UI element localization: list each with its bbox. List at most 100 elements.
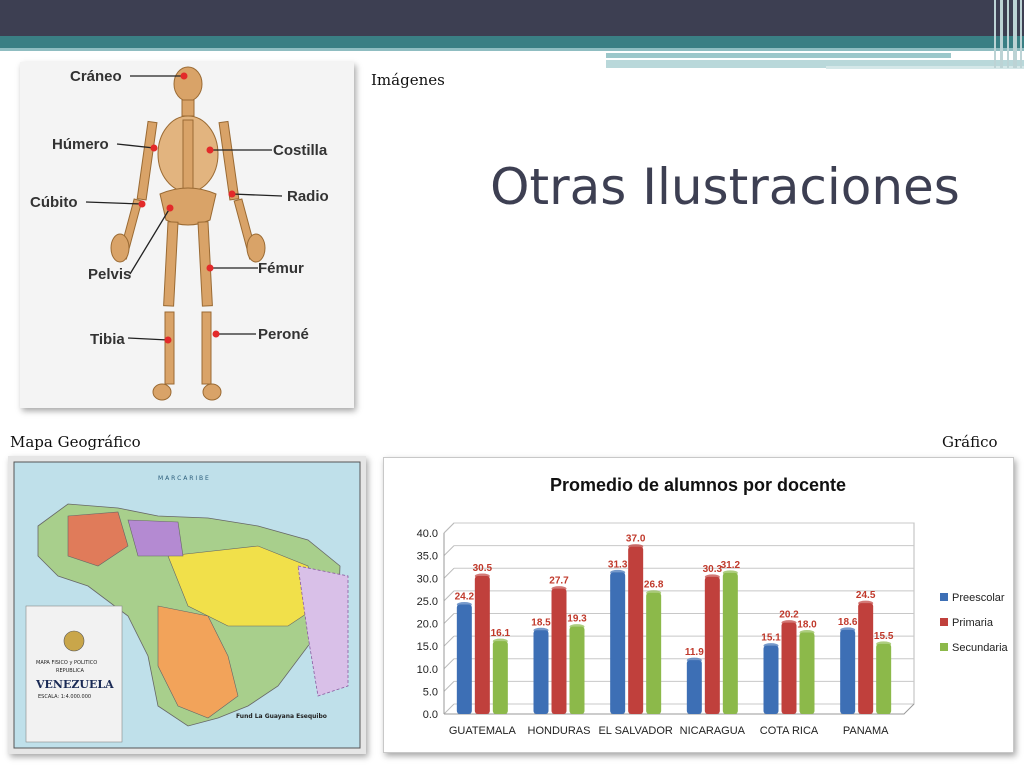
x-tick-label: HONDURAS — [528, 725, 591, 737]
chart-grid-diagonal — [443, 590, 455, 602]
map-zone-label: Fund La Guayana Esequibo — [236, 713, 327, 720]
label-radio: Radio — [287, 188, 329, 205]
bar-top — [628, 544, 644, 550]
bar — [799, 632, 815, 714]
bar-top — [533, 627, 549, 633]
map-scale: ESCALA: 1:4.000.000 — [38, 694, 91, 700]
venezuela-map-image: M A R C A R I B E MAPA FISICO y POLITICO… — [8, 456, 366, 754]
bar-top — [763, 643, 779, 649]
data-label: 15.5 — [874, 631, 894, 642]
thin-band — [0, 48, 1024, 51]
neck-shape — [181, 99, 195, 117]
chart-grid-diagonal — [443, 635, 455, 647]
bar-top — [876, 641, 892, 647]
label-cubito: Cúbito — [30, 194, 77, 211]
data-label: 30.5 — [473, 563, 493, 574]
legend-label: Primaria — [952, 617, 994, 629]
bar — [646, 592, 662, 714]
bar — [840, 629, 856, 714]
right-hand-shape — [246, 233, 266, 263]
x-tick-label: EL SALVADOR — [598, 725, 672, 737]
bar-top — [456, 601, 472, 607]
label-pelvis: Pelvis — [88, 266, 131, 283]
bar — [628, 546, 644, 714]
data-label: 30.3 — [703, 564, 723, 575]
data-label: 19.3 — [567, 614, 587, 625]
left-femur-shape — [163, 221, 179, 307]
bar-top — [781, 620, 797, 626]
data-label: 18.5 — [531, 617, 551, 628]
data-label: 18.0 — [797, 620, 817, 631]
decor-vertical-lines — [990, 0, 1024, 68]
right-femur-shape — [197, 221, 213, 307]
caption-chart: Gráfico — [942, 433, 998, 451]
top-band — [0, 0, 1024, 36]
skeleton-drawing: Cráneo Húmero Costilla Cúbito Radio Pelv… — [30, 66, 329, 401]
data-label: 27.7 — [549, 576, 569, 587]
bar-top — [569, 624, 585, 630]
bar-top — [799, 630, 815, 636]
legend-label: Preescolar — [952, 592, 1005, 604]
y-tick-label: 15.0 — [417, 641, 438, 653]
y-tick-label: 30.0 — [417, 573, 438, 585]
y-tick-label: 10.0 — [417, 664, 438, 676]
bar-top — [474, 573, 490, 579]
data-label: 37.0 — [626, 534, 646, 545]
chart-grid-diagonal — [443, 703, 455, 715]
teal-band — [0, 36, 1024, 48]
map-legend-box — [25, 605, 123, 743]
map-sea-label: M A R C A R I B E — [158, 475, 209, 482]
bar — [551, 588, 567, 714]
right-humerus-shape — [218, 120, 240, 201]
bar — [533, 630, 549, 714]
legend-swatch — [940, 593, 948, 601]
bar-top — [646, 590, 662, 596]
bar — [781, 622, 797, 714]
chart-grid-diagonal — [443, 545, 455, 556]
y-tick-label: 5.0 — [423, 686, 438, 698]
chart-title: Promedio de alumnos por docente — [550, 475, 846, 495]
skull-shape — [173, 66, 203, 102]
bar — [474, 575, 490, 714]
map-legend-title-1: MAPA FISICO y POLITICO — [36, 660, 97, 666]
y-tick-label: 35.0 — [417, 551, 438, 563]
map-legend-title-2: REPUBLICA — [56, 668, 84, 674]
label-costilla: Costilla — [273, 142, 328, 159]
chart-grid-diagonal — [443, 567, 455, 579]
chart-grid-diagonal — [443, 681, 455, 692]
left-humerus-shape — [136, 120, 158, 201]
bar — [763, 645, 779, 714]
data-label: 26.8 — [644, 580, 664, 591]
bar — [492, 641, 508, 714]
bar-top — [492, 638, 508, 644]
data-label: 20.2 — [779, 610, 799, 621]
map-region-purple — [127, 519, 184, 557]
bar-top — [704, 574, 720, 580]
data-label: 31.3 — [608, 559, 628, 570]
y-tick-label: 40.0 — [417, 528, 438, 540]
data-label: 11.9 — [685, 647, 704, 658]
legend-swatch — [940, 643, 948, 651]
y-tick-label: 0.0 — [423, 709, 438, 721]
label-humero: Húmero — [52, 136, 109, 153]
bar — [686, 660, 702, 714]
left-tibia-shape — [164, 311, 175, 385]
bar — [858, 603, 874, 714]
bar-top — [686, 657, 702, 663]
x-tick-label: COTA RICA — [760, 725, 819, 737]
label-craneo: Cráneo — [70, 68, 122, 85]
left-hand-shape — [110, 233, 130, 263]
bar-top — [840, 627, 856, 633]
bar-top — [858, 600, 874, 606]
slide-title: Otras Ilustraciones — [490, 158, 960, 216]
label-perone: Peroné — [258, 326, 309, 343]
x-tick-label: PANAMA — [843, 725, 889, 737]
bar-top — [610, 569, 626, 575]
bar — [704, 576, 720, 714]
chart-grid-diagonal — [443, 613, 455, 624]
bar — [456, 604, 472, 714]
right-tibia-shape — [201, 311, 212, 385]
data-label: 15.1 — [761, 633, 781, 644]
y-tick-label: 25.0 — [417, 596, 438, 608]
legend-swatch — [940, 618, 948, 626]
